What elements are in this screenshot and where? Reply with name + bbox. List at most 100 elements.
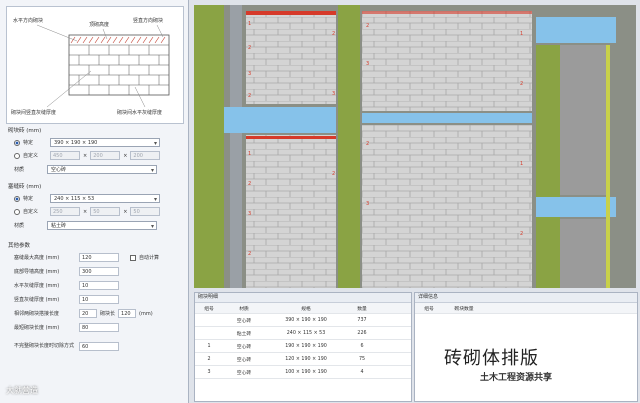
- block-material-row: 材质 空心砖: [14, 164, 157, 175]
- param-input-base-height[interactable]: 300: [79, 267, 119, 276]
- params-title: 其他参数: [8, 243, 31, 249]
- block-custom-width[interactable]: 200: [90, 151, 121, 160]
- param-input-overlap[interactable]: 20: [79, 309, 97, 318]
- block-material-label: 材质: [14, 167, 25, 173]
- svg-text:2: 2: [248, 93, 251, 99]
- param-label: 竖直灰缝厚度 (mm): [14, 297, 60, 303]
- auto-calc-label: 自动计算: [139, 255, 160, 261]
- beam: [362, 113, 532, 123]
- brick-panel: [246, 135, 336, 288]
- svg-text:2: 2: [520, 231, 523, 237]
- preview-label-horizontal: 水平方向砌块: [13, 18, 44, 24]
- table-cell: 75: [358, 356, 366, 362]
- param-input-cut-method[interactable]: 60: [79, 341, 119, 351]
- table-row[interactable]: 空心砖 390 × 190 × 190 737: [195, 314, 411, 327]
- watermark-left: 大就营造: [6, 386, 38, 395]
- table-cell: 空心砖: [236, 370, 252, 376]
- top-brick-custom-length[interactable]: 250: [50, 207, 80, 216]
- preview-label-horizontal-joint: 砌块间水平灰缝厚度: [117, 110, 163, 116]
- svg-text:1: 1: [248, 151, 251, 157]
- top-brick-custom-height[interactable]: 50: [130, 207, 161, 216]
- top-brick-fixed-label: 特定: [23, 196, 34, 202]
- top-brick-fixed-select[interactable]: 240 × 115 × 53: [50, 194, 160, 204]
- param-label: 最短砌块长度 (mm): [14, 325, 60, 331]
- top-brick-custom-row: 自定义 250 × 50 × 50: [14, 206, 161, 217]
- column-edge: [606, 45, 610, 288]
- param-input-min-length[interactable]: 80: [79, 323, 119, 332]
- param-input-vertical-joint[interactable]: 10: [79, 295, 119, 304]
- preview-label-top-height: 顶砌高度: [89, 22, 110, 28]
- beam: [536, 17, 616, 43]
- wall-edge: [230, 5, 242, 288]
- preview-label-vertical-joint: 砌块间竖直灰缝厚度: [11, 110, 57, 116]
- param-row-base-height: 底部导墙高度 (mm) 300: [14, 266, 119, 277]
- block-detail-title: 砌块明细: [195, 293, 411, 303]
- auto-calc-checkbox[interactable]: [130, 254, 136, 261]
- column: [194, 5, 224, 288]
- table-cell: 6: [360, 343, 364, 349]
- svg-text:2: 2: [366, 23, 369, 29]
- brick-settings-panel: 水平方向砌块 顶砌高度 竖直方向砌块 砌块间竖直灰缝厚度 砌块间水平灰缝厚度 砌…: [0, 0, 189, 403]
- block-custom-length[interactable]: 450: [50, 151, 80, 160]
- table-row[interactable]: 3 空心砖 100 × 190 × 190 4: [195, 366, 411, 379]
- table-cell: 240 × 115 × 53: [286, 330, 326, 336]
- wall-layout-drawing: 1 2 3 2 1 2 3 2 2 3 2 3 1 2 1 2 2 3 2: [194, 5, 636, 288]
- top-brick-row: [362, 11, 532, 14]
- block-fixed-select[interactable]: 390 × 190 × 190: [50, 138, 160, 148]
- watermark-right: 土木工程资源共享: [478, 370, 555, 383]
- header-cell: 数量: [357, 306, 367, 312]
- block-material-select[interactable]: 空心砖: [47, 165, 157, 175]
- wall-layout-canvas[interactable]: 1 2 3 2 1 2 3 2 2 3 2 3 1 2 1 2 2 3 2: [194, 5, 636, 288]
- brick-panel: [362, 125, 532, 288]
- table-row[interactable]: 粘土砖 240 × 115 × 53 226: [195, 327, 411, 340]
- block-custom-radio[interactable]: [14, 152, 20, 159]
- table-cell: 100 × 190 × 190: [285, 369, 327, 375]
- column: [536, 45, 560, 288]
- table-cell: 空心砖: [236, 357, 252, 363]
- mm-unit-label: (mm): [139, 310, 153, 317]
- table-row[interactable]: 2 空心砖 120 × 190 × 190 75: [195, 353, 411, 366]
- table-cell: 2: [207, 356, 211, 362]
- param-input-max-height[interactable]: 120: [79, 253, 119, 262]
- header-cell: 组号: [204, 306, 214, 312]
- table-cell: 空心砖: [236, 344, 252, 350]
- top-brick-custom-width[interactable]: 50: [90, 207, 121, 216]
- top-brick-material-select[interactable]: 粘土砖: [47, 221, 157, 231]
- svg-text:1: 1: [520, 161, 523, 167]
- beam: [536, 197, 616, 217]
- table-cell: 空心砖: [236, 318, 252, 324]
- svg-text:2: 2: [248, 45, 251, 51]
- header-cell: 规格: [301, 306, 311, 312]
- block-detail-panel: 砌块明细 组号 材质 规格 数量 空心砖 390 × 190 × 190 737…: [194, 292, 412, 402]
- header-cell: 组号: [424, 306, 434, 312]
- block-group-title: 砌块砖 (mm): [8, 128, 42, 134]
- block-custom-row: 自定义 450 × 200 × 200: [14, 150, 161, 161]
- top-brick-fixed-radio[interactable]: [14, 195, 20, 202]
- brick-panel: [246, 11, 336, 104]
- wall-preview-diagram: 水平方向砌块 顶砌高度 竖直方向砌块 砌块间竖直灰缝厚度 砌块间水平灰缝厚度: [6, 6, 184, 124]
- preview-label-vertical: 竖直方向砌块: [133, 18, 164, 24]
- table-cell: 3: [207, 369, 211, 375]
- table-header: 组号 材质 规格 数量: [195, 303, 411, 314]
- block-fixed-row: 特定 390 × 190 × 190: [14, 137, 160, 148]
- table-row[interactable]: 1 空心砖 190 × 190 × 190 6: [195, 340, 411, 353]
- table-cell: 737: [357, 317, 367, 323]
- top-brick-fixed-row: 特定 240 × 115 × 53: [14, 193, 160, 204]
- svg-text:2: 2: [248, 251, 251, 257]
- top-brick-group-title: 塞缝砖 (mm): [8, 184, 42, 190]
- top-brick-custom-radio[interactable]: [14, 208, 20, 215]
- svg-text:1: 1: [248, 21, 251, 27]
- block-fixed-radio[interactable]: [14, 139, 20, 146]
- block-len-input[interactable]: 120: [118, 309, 137, 318]
- param-label: 底部导墙高度 (mm): [14, 269, 60, 275]
- table-cell: 粘土砖: [236, 331, 252, 337]
- param-label: 塞缝最大高度 (mm): [14, 255, 60, 261]
- top-brick-material-row: 材质 粘土砖: [14, 220, 157, 231]
- table-cell: 190 × 190 × 190: [285, 343, 327, 349]
- block-custom-height[interactable]: 200: [130, 151, 161, 160]
- param-input-horizontal-joint[interactable]: 10: [79, 281, 119, 290]
- caption-title: 砖砌体排版: [444, 348, 539, 369]
- svg-text:3: 3: [332, 91, 335, 97]
- param-row-overlap: 相邻两砌块搭接长度 20 砌块长 120 (mm): [14, 308, 153, 319]
- param-row-max-height: 塞缝最大高度 (mm) 120 自动计算: [14, 252, 159, 263]
